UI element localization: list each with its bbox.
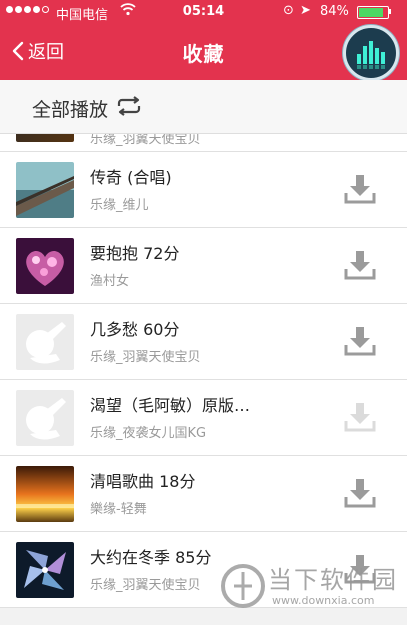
- watermark-logo-icon: [221, 564, 265, 608]
- watermark-url: www.downxia.com: [272, 594, 375, 607]
- list-item[interactable]: 传奇 (合唱) 乐缘_维儿: [0, 152, 407, 228]
- battery-tip: [389, 9, 391, 14]
- play-all-label: 全部播放: [32, 99, 109, 121]
- download-button[interactable]: [344, 249, 376, 281]
- download-button[interactable]: [344, 477, 376, 509]
- song-artist: 乐缘_羽翼天使宝贝: [90, 578, 201, 593]
- play-all-bar: 全部播放: [0, 80, 407, 134]
- watermark-text: 当下软件园: [268, 566, 398, 594]
- favorites-list: 乐缘_羽翼天使宝贝 传奇 (合唱) 乐缘_维儿 要抱抱 72分 渔村女 几多愁 …: [0, 134, 407, 625]
- default-cover-icon: [16, 314, 74, 370]
- song-cover: [16, 542, 74, 598]
- song-artist: 乐缘_夜袭女儿国KG: [90, 426, 207, 441]
- song-title: 清唱歌曲 18分: [90, 472, 196, 491]
- repeat-icon: [116, 96, 142, 121]
- download-button[interactable]: [344, 325, 376, 357]
- rotation-lock-icon: ⊙: [283, 3, 294, 18]
- download-icon: [344, 479, 376, 508]
- location-icon: ➤: [300, 3, 311, 18]
- download-icon: [344, 175, 376, 204]
- battery-icon: [357, 6, 389, 19]
- battery-percent: 84%: [320, 4, 349, 19]
- default-cover-icon: [16, 390, 74, 446]
- song-title: 要抱抱 72分: [90, 244, 180, 263]
- now-playing-button[interactable]: [343, 25, 399, 81]
- song-artist: 樂缘-轻舞: [90, 502, 147, 517]
- list-item[interactable]: 渴望（毛阿敏）原版… 乐缘_夜袭女儿国KG: [0, 380, 407, 456]
- list-item[interactable]: 清唱歌曲 18分 樂缘-轻舞: [0, 456, 407, 532]
- song-cover: [16, 134, 74, 142]
- song-artist: 渔村女: [90, 274, 130, 289]
- song-artist: 乐缘_维儿: [90, 198, 149, 213]
- download-button[interactable]: [344, 173, 376, 205]
- list-item[interactable]: 要抱抱 72分 渔村女: [0, 228, 407, 304]
- song-cover: [16, 162, 74, 218]
- navigation-bar: 返回 收藏: [0, 24, 407, 81]
- watermark: 当下软件园 www.downxia.com: [220, 556, 407, 620]
- list-item[interactable]: 几多愁 60分 乐缘_羽翼天使宝贝: [0, 304, 407, 380]
- song-artist: 乐缘_羽翼天使宝贝: [90, 134, 201, 147]
- song-title: 几多愁 60分: [90, 320, 180, 339]
- song-cover: [16, 466, 74, 522]
- download-icon: [344, 403, 376, 432]
- download-icon: [344, 327, 376, 356]
- song-title: 渴望（毛阿敏）原版…: [90, 396, 251, 415]
- download-icon: [344, 251, 376, 280]
- song-cover: [16, 238, 74, 294]
- list-item-partial[interactable]: 乐缘_羽翼天使宝贝: [0, 134, 407, 152]
- download-button[interactable]: [344, 401, 376, 433]
- status-bar: 中国电信 05:14 ⊙ ➤ 84%: [0, 0, 407, 24]
- play-all-button[interactable]: 全部播放: [32, 95, 142, 122]
- song-title: 传奇 (合唱): [90, 168, 172, 187]
- equalizer-icon: [357, 41, 385, 69]
- song-artist: 乐缘_羽翼天使宝贝: [90, 350, 201, 365]
